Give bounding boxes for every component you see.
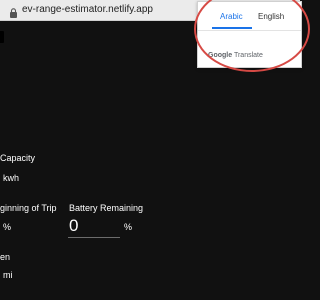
battery-remaining-unit: % [124, 222, 133, 232]
tab-english[interactable]: English [258, 12, 284, 21]
menu-button[interactable] [0, 31, 4, 43]
url-text: ev-range-estimator.netlify.app [22, 4, 153, 15]
tab-arabic[interactable]: Arabic [220, 12, 243, 21]
beginning-of-trip-label: ginning of Trip [0, 203, 57, 213]
battery-remaining-label: Battery Remaining [69, 203, 144, 213]
capacity-unit: kwh [3, 173, 20, 183]
distance-unit: mi [3, 270, 13, 280]
google-translate-popup: Arabic English Google Translate [197, 1, 302, 68]
divider [198, 30, 301, 31]
beginning-of-trip-unit: % [3, 222, 12, 232]
translate-text: Translate [233, 52, 263, 59]
capacity-label: Capacity [0, 153, 36, 163]
google-logo-text: Google [208, 52, 233, 59]
google-translate-brand: Google Translate [208, 52, 263, 59]
battery-remaining-input-underline [68, 237, 120, 238]
battery-remaining-input[interactable]: 0 [69, 216, 78, 236]
distance-label: en [0, 252, 11, 262]
active-tab-indicator [212, 27, 252, 29]
lock-icon [9, 5, 18, 18]
